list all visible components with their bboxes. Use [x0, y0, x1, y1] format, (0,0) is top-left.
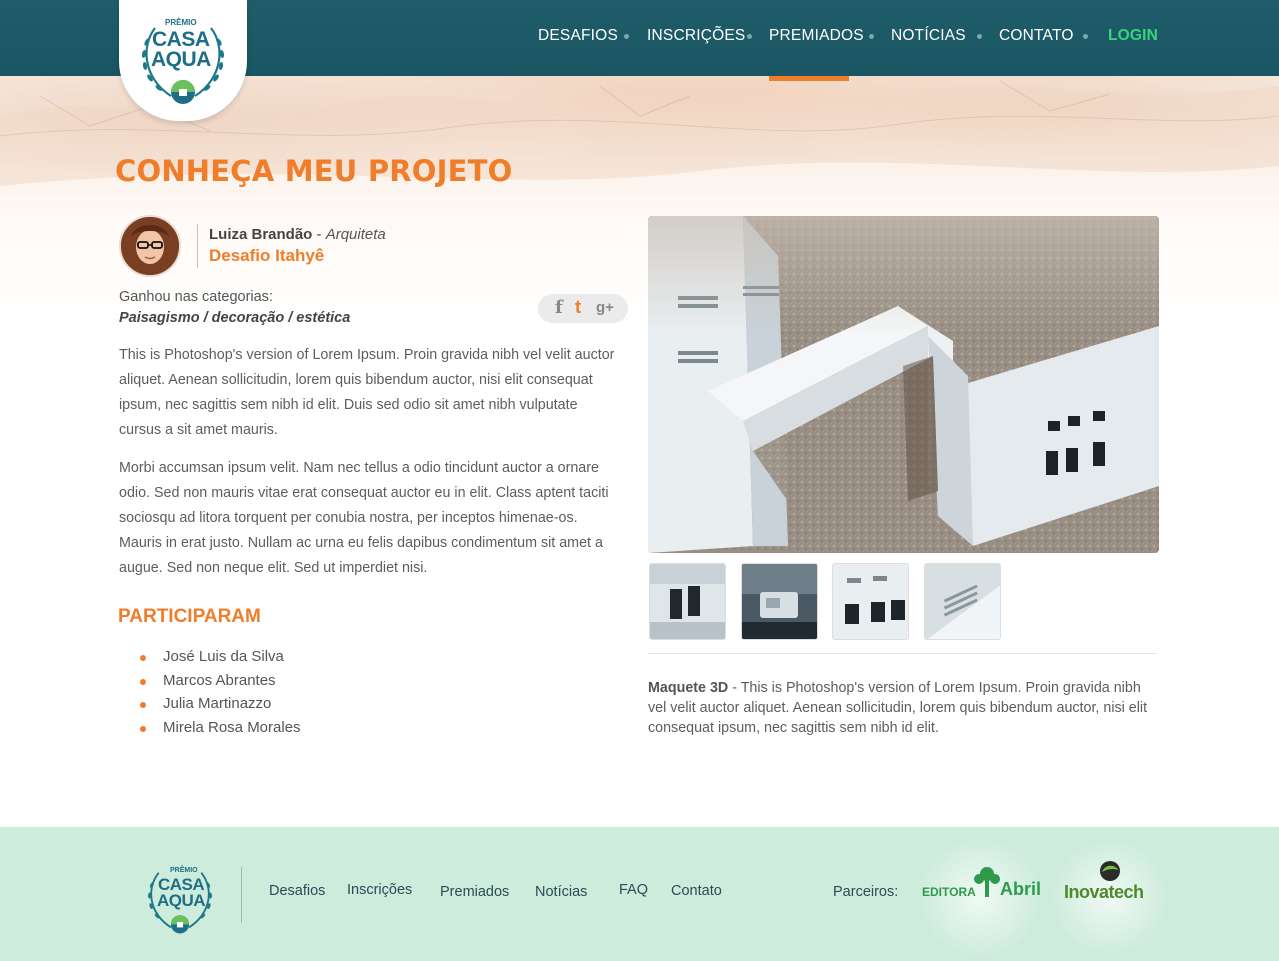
partner-abril-name: Abril	[1000, 879, 1042, 899]
portrait-icon	[121, 217, 179, 275]
footer-logo-small-text: PRÊMIO	[170, 867, 198, 874]
share-buttons: f t g+	[538, 294, 628, 323]
tree-icon	[974, 867, 1000, 897]
gallery-thumbnail-3[interactable]	[832, 563, 909, 640]
photo-caption: Maquete 3D - This is Photoshop's version…	[648, 678, 1148, 738]
nav-separator-dot	[869, 34, 874, 39]
nav-noticias[interactable]: NOTÍCIAS	[891, 27, 966, 45]
caption-title: Maquete 3D	[648, 680, 729, 696]
twitter-icon[interactable]: t	[575, 297, 581, 318]
author-separator: -	[312, 226, 326, 243]
thumbnail-image	[742, 564, 817, 639]
thumbnail-image	[925, 564, 1000, 639]
nav-login[interactable]: LOGIN	[1108, 27, 1158, 45]
facebook-icon[interactable]: f	[555, 297, 563, 318]
nav-separator-dot	[747, 34, 752, 39]
participants-list: José Luis da Silva Marcos Abrantes Julia…	[139, 648, 301, 743]
gallery-thumbnail-4[interactable]	[924, 563, 1001, 640]
author-line: Luiza Brandão - Arquiteta	[209, 226, 386, 243]
list-item: Mirela Rosa Morales	[139, 719, 301, 743]
footer-logo-line2: AQUA	[157, 891, 206, 910]
footer-link-premiados[interactable]: Premiados	[440, 884, 509, 900]
partner-editora-abril[interactable]: EDITORA Abril	[922, 865, 1042, 905]
main-project-photo[interactable]	[648, 216, 1159, 553]
description-paragraph-1: This is Photoshop's version of Lorem Ips…	[119, 347, 615, 438]
nav-inscricoes[interactable]: INSCRIÇÕES	[647, 27, 745, 45]
partner-inovatech[interactable]: Inovatech	[1064, 860, 1160, 910]
building-model-image	[648, 216, 1159, 553]
page-title: CONHEÇA MEU PROJETO	[115, 154, 513, 188]
footer-link-noticias[interactable]: Notícias	[535, 884, 587, 900]
partners-label: Parceiros:	[833, 884, 899, 900]
author-name: Luiza Brandão	[209, 226, 313, 243]
thumbnail-image	[650, 564, 725, 639]
gallery-divider	[648, 653, 1157, 654]
caption-separator: -	[728, 680, 741, 696]
categories-values: Paisagismo / decoração / estética	[119, 310, 351, 326]
leaf-globe-icon	[1100, 861, 1120, 881]
nav-separator-dot	[624, 34, 629, 39]
footer-logo[interactable]: PRÊMIO CASA AQUA	[140, 859, 220, 940]
footer-link-desafios[interactable]: Desafios	[269, 883, 325, 899]
participants-title: PARTICIPARAM	[118, 606, 261, 627]
author-avatar	[119, 215, 181, 277]
categories-label: Ganhou nas categorias:	[119, 289, 273, 305]
nav-active-indicator	[769, 76, 849, 81]
gallery-thumbnail-1[interactable]	[649, 563, 726, 640]
site-logo[interactable]: PRÊMIO CASA AQUA	[119, 0, 247, 121]
googleplus-icon[interactable]: g+	[596, 299, 614, 316]
author-challenge[interactable]: Desafio Itahyê	[209, 246, 324, 266]
nav-premiados[interactable]: PREMIADOS	[769, 27, 864, 45]
footer-link-faq[interactable]: FAQ	[619, 882, 648, 898]
nav-separator-dot	[977, 34, 982, 39]
gallery-thumbnail-2[interactable]	[741, 563, 818, 640]
author-divider	[197, 224, 198, 268]
partner-inovatech-name: Inovatech	[1064, 882, 1144, 902]
list-item: Julia Martinazzo	[139, 695, 301, 719]
list-item: José Luis da Silva	[139, 648, 301, 672]
footer-link-inscricoes[interactable]: Inscrições	[347, 882, 412, 898]
logo-small-text: PRÊMIO	[165, 18, 197, 27]
footer-divider	[241, 867, 242, 923]
logo-line2: AQUA	[151, 48, 211, 71]
description-paragraph-2: Morbi accumsan ipsum velit. Nam nec tell…	[119, 460, 609, 576]
footer: PRÊMIO CASA AQUA Desafios Inscrições Pre…	[0, 827, 1279, 961]
nav-contato[interactable]: CONTATO	[999, 27, 1074, 45]
list-item: Marcos Abrantes	[139, 672, 301, 696]
author-role: Arquiteta	[325, 226, 386, 243]
nav-desafios[interactable]: DESAFIOS	[538, 27, 618, 45]
thumbnail-image	[833, 564, 908, 639]
partner-abril-prefix: EDITORA	[922, 885, 976, 899]
nav-separator-dot	[1083, 34, 1088, 39]
footer-link-contato[interactable]: Contato	[671, 883, 722, 899]
